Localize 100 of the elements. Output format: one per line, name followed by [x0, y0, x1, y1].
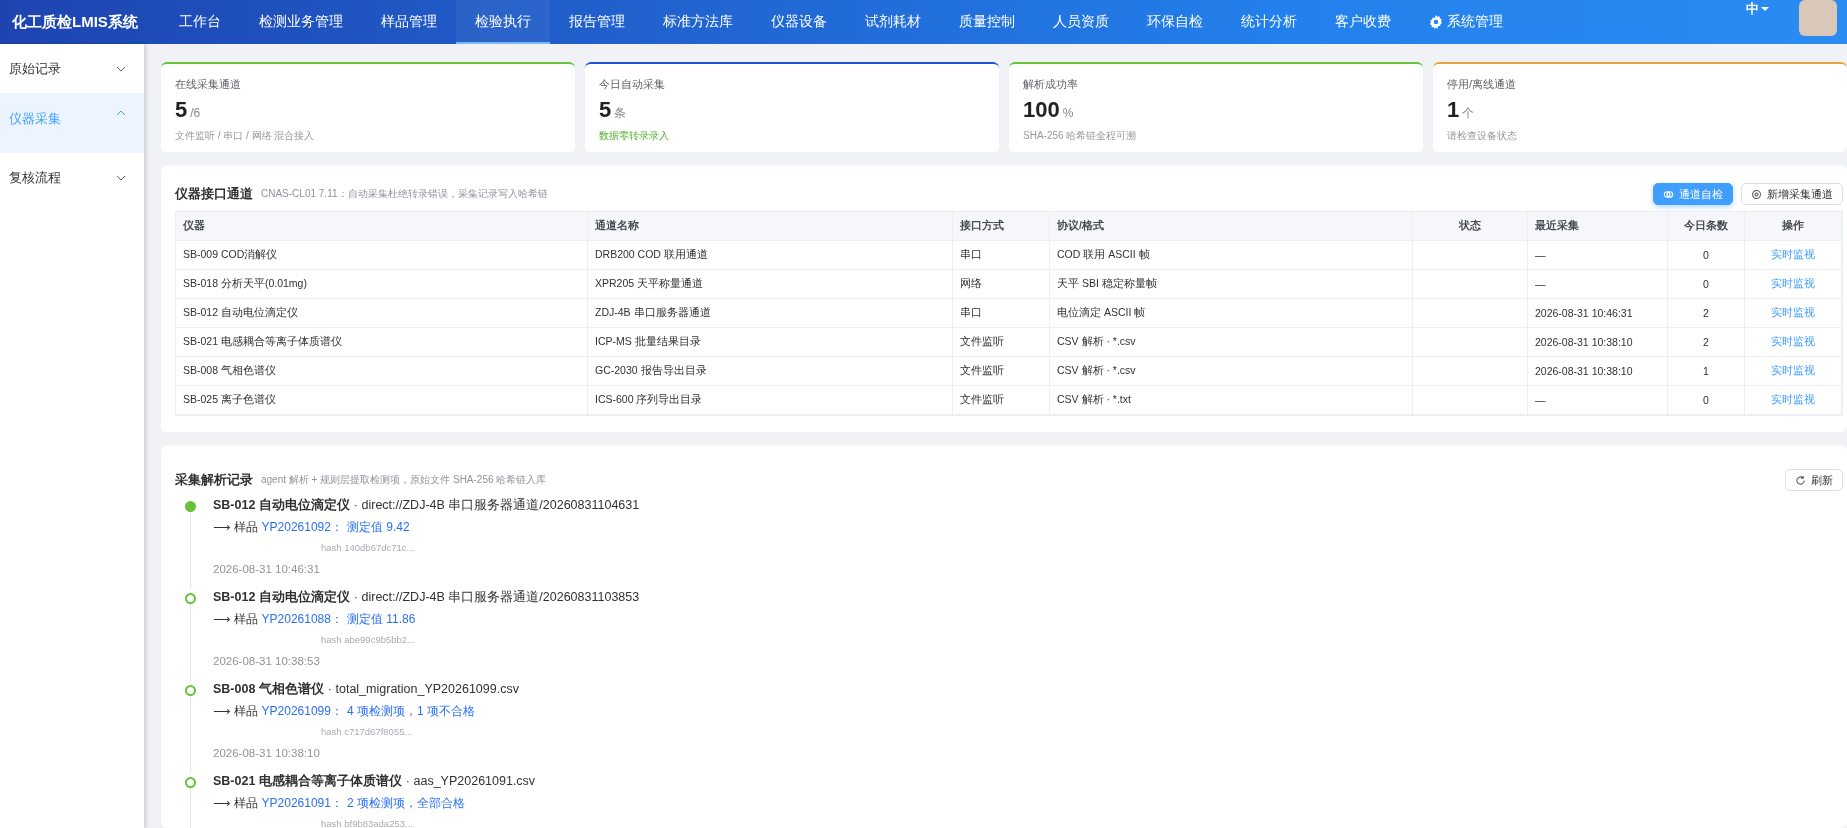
table-cell: 文件监听 [953, 328, 1050, 357]
result-link[interactable]: 测定值 11.86 [346, 611, 416, 628]
column-header: 接口方式 [953, 212, 1050, 241]
nav-tab[interactable]: 工作台 [160, 0, 240, 44]
record-time: 2026-08-31 10:38:10 [213, 747, 321, 759]
sample-link[interactable]: YP20261088： [261, 611, 343, 628]
sample-link[interactable]: YP20261091： [261, 795, 343, 812]
stat-label: 今日自动采集 [599, 77, 666, 92]
monitor-link[interactable]: 实时监视 [1771, 277, 1815, 291]
column-header: 今日条数 [1668, 212, 1745, 241]
stat-value: 100 [1023, 97, 1060, 123]
result-link[interactable]: 4 项检测项，1 项不合格 [346, 703, 475, 720]
record-hash: hash bf9b83ada253... [321, 818, 414, 828]
nav-tab[interactable]: 仪器设备 [752, 0, 846, 44]
self-check-button[interactable]: 通道自检 [1653, 183, 1733, 205]
table-cell: COD 联用 ASCII 帧 [1050, 241, 1413, 270]
record-time: 2026-08-31 10:38:53 [213, 655, 321, 667]
nav-tab[interactable]: 客户收费 [1316, 0, 1410, 44]
monitor-link[interactable]: 实时监视 [1771, 335, 1815, 349]
nav-tab[interactable]: 试剂耗材 [846, 0, 940, 44]
record-instrument: SB-008 气相色谱仪 [213, 682, 324, 696]
nav-tab[interactable]: 报告管理 [550, 0, 644, 44]
refresh-button[interactable]: 刷新 [1785, 469, 1843, 491]
table-cell: 0 [1668, 386, 1745, 415]
table-cell: XPR205 天平称量通道 [588, 270, 953, 299]
stat-value: 5 [599, 97, 612, 123]
section-subtitle: CNAS-CL01 7.11：自动采集杜绝转录错误，采集记录写入哈希链 [261, 187, 549, 201]
column-header: 操作 [1745, 212, 1842, 241]
nav-tab[interactable]: 统计分析 [1222, 0, 1316, 44]
table-cell: CSV 解析 · *.txt [1050, 386, 1413, 415]
sample-link[interactable]: YP20261099： [261, 703, 343, 720]
nav-tab[interactable]: 标准方法库 [644, 0, 752, 44]
nav-tab[interactable]: 样品管理 [362, 0, 456, 44]
nav-tab[interactable]: 检测业务管理 [240, 0, 362, 44]
sidebar-item[interactable]: 仪器采集 [0, 93, 144, 153]
table-cell: DRB200 COD 联用通道 [588, 241, 953, 270]
table-cell: SB-009 COD消解仪 [176, 241, 588, 270]
table-cell: CSV 解析 · *.csv [1050, 357, 1413, 386]
avatar[interactable] [1799, 0, 1837, 36]
table-cell: CSV 解析 · *.csv [1050, 328, 1413, 357]
table-cell: SB-012 自动电位滴定仪 [176, 299, 588, 328]
record-time: 2026-08-31 10:46:31 [213, 563, 321, 575]
sidebar-item[interactable]: 复核流程 [0, 153, 144, 202]
table-cell: ZDJ-4B 串口服务器通道 [588, 299, 953, 328]
link-icon [1663, 188, 1674, 200]
table-cell: 天平 SBI 稳定称量帧 [1050, 270, 1413, 299]
sample-label: ⟶ 样品 [213, 611, 258, 628]
table-cell: SB-021 电感耦合等离子体质谱仪 [176, 328, 588, 357]
table-cell: 网络 [953, 270, 1050, 299]
table-cell: SB-008 气相色谱仪 [176, 357, 588, 386]
refresh-icon [1795, 474, 1806, 486]
stat-note: SHA-256 哈希链全程可溯 [1023, 129, 1138, 143]
stat-value: 5 [175, 97, 188, 123]
record-hash: hash c717d67f8055... [321, 726, 414, 737]
stat-note: 请检查设备状态 [1447, 129, 1518, 143]
record-source: · aas_YP20261091.csv [405, 774, 536, 788]
nav-tab[interactable]: 环保自检 [1128, 0, 1222, 44]
table-cell: 文件监听 [953, 357, 1050, 386]
sample-label: ⟶ 样品 [213, 703, 258, 720]
stat-value: 1 [1447, 97, 1460, 123]
table-cell: 串口 [953, 241, 1050, 270]
result-link[interactable]: 测定值 9.42 [346, 519, 410, 536]
column-header: 通道名称 [588, 212, 953, 241]
nav-tab[interactable]: 系统管理 [1410, 0, 1522, 44]
stat-label: 停用/离线通道 [1447, 77, 1518, 92]
stat-unit: 条 [614, 105, 627, 122]
sidebar-item[interactable]: 原始记录 [0, 44, 144, 93]
nav-tab[interactable]: 检验执行 [456, 0, 550, 44]
table-cell: ICS-600 序列导出目录 [588, 386, 953, 415]
column-header: 最近采集 [1528, 212, 1668, 241]
stat-note: 数据零转录录入 [599, 129, 670, 143]
table-cell: — [1528, 241, 1668, 270]
record-hash: hash abe99c9b5bb2... [321, 634, 417, 645]
stat-unit: /6 [190, 106, 201, 120]
monitor-link[interactable]: 实时监视 [1771, 306, 1815, 320]
table-cell: GC-2030 报告导出目录 [588, 357, 953, 386]
result-link[interactable]: 2 项检测项，全部合格 [346, 795, 465, 812]
monitor-link[interactable]: 实时监视 [1771, 393, 1815, 407]
record-instrument: SB-012 自动电位滴定仪 [213, 590, 350, 604]
add-channel-button[interactable]: 新增采集通道 [1741, 183, 1843, 205]
nav-tab[interactable]: 质量控制 [940, 0, 1034, 44]
app-title: 化工质检LMIS系统 [11, 12, 139, 32]
table-cell: 电位滴定 ASCII 帧 [1050, 299, 1413, 328]
monitor-link[interactable]: 实时监视 [1771, 248, 1815, 262]
monitor-link[interactable]: 实时监视 [1771, 364, 1815, 378]
table-cell: 2026-08-31 10:46:31 [1528, 299, 1668, 328]
nav-tab[interactable]: 人员资质 [1034, 0, 1128, 44]
section-subtitle: agent 解析 + 规则层提取检测项，原始文件 SHA-256 哈希链入库 [261, 473, 548, 487]
table-cell: — [1528, 270, 1668, 299]
stat-label: 在线采集通道 [175, 77, 242, 92]
table-cell: 2026-08-31 10:38:10 [1528, 328, 1668, 357]
record-source: · total_migration_YP20261099.csv [327, 682, 519, 696]
sample-link[interactable]: YP20261092： [261, 519, 343, 536]
record-instrument: SB-012 自动电位滴定仪 [213, 498, 350, 512]
table-cell: 串口 [953, 299, 1050, 328]
stat-unit: % [1062, 106, 1074, 120]
table-cell: — [1528, 386, 1668, 415]
table-cell: 1 [1668, 357, 1745, 386]
stat-note: 文件监听 / 串口 / 网络 混合接入 [175, 129, 316, 143]
record-instrument: SB-021 电感耦合等离子体质谱仪 [213, 774, 402, 788]
